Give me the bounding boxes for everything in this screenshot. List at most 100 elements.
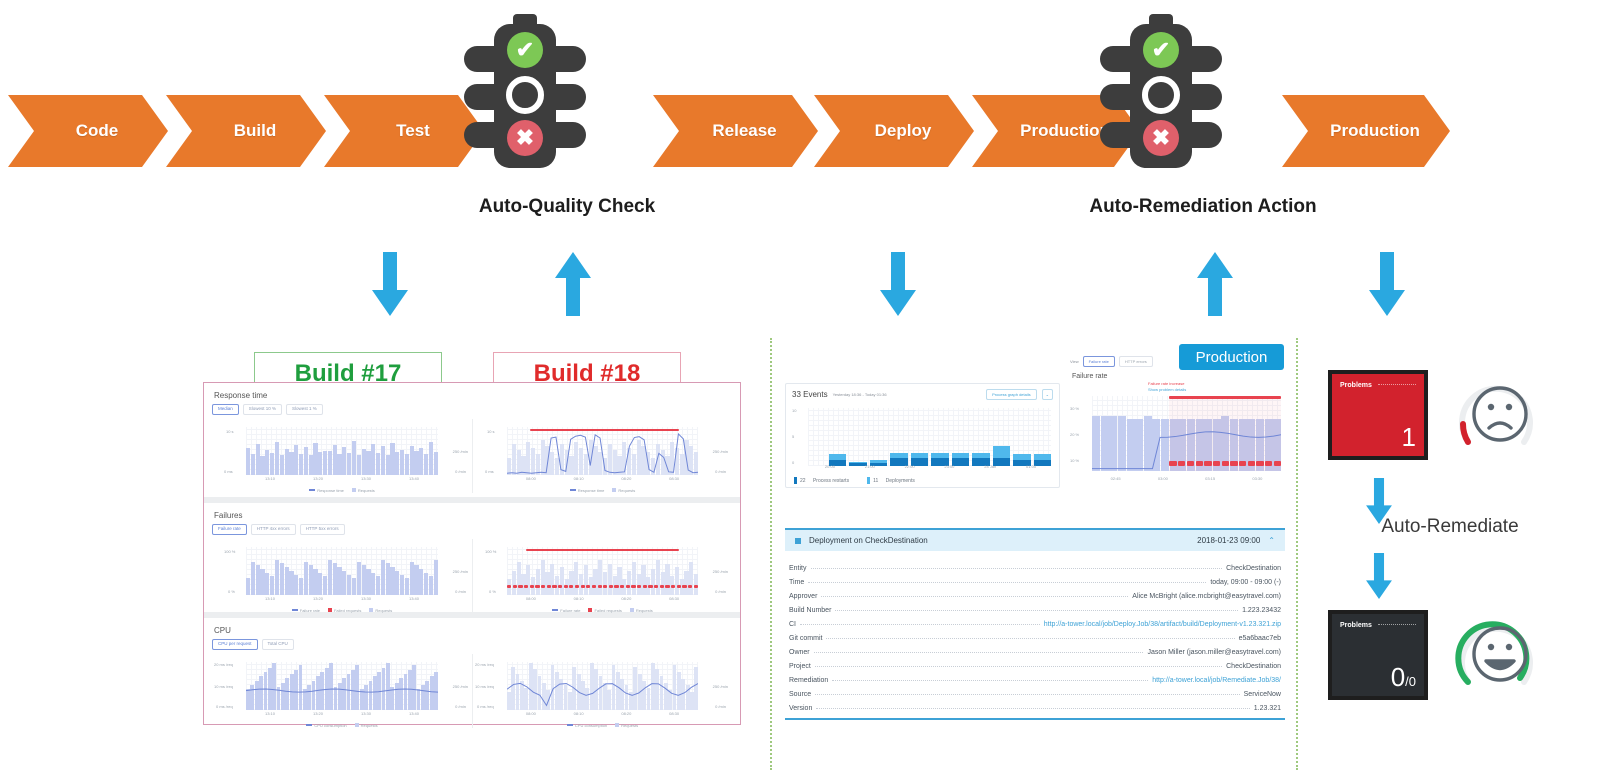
chip-failure-rate[interactable]: Failure rate [212, 524, 247, 535]
section-cpu: CPU CPU per request Total CPU 20 ms /req… [204, 618, 740, 728]
events-y-tick-mid: 5 [792, 434, 795, 439]
row-key: Build Number [789, 607, 832, 614]
tile-dotted-rule [1377, 624, 1416, 625]
chip-http-4xx[interactable]: HTTP 4xx errors [250, 524, 296, 535]
y-axis-max-label: 10 s [226, 428, 234, 434]
y2-axis-max-label: 250 /min [452, 683, 468, 689]
chart-legend: Failure rate Failed requests Requests [473, 608, 732, 613]
row-key: Approver [789, 593, 818, 600]
row-value[interactable]: http://a-tower.local/job/Deploy.Job/38/a… [1044, 621, 1281, 628]
row-key: CI [789, 621, 796, 628]
events-y-tick-min: 0 [792, 460, 795, 465]
row-leader-dots [813, 652, 1144, 653]
auto-quality-check-gate: ✔ ✖ Auto-Quality Check [452, 10, 682, 240]
chip-slowest-1[interactable]: Slowest 1 % [286, 404, 323, 415]
row-leader-dots [816, 708, 1250, 709]
events-x-ticks: 20:00 21:00 22:00 23:00 24 Jan 01:00 [824, 464, 1037, 469]
deployment-row: Owner Jason Miller (jason.miller@easytrav… [789, 642, 1281, 656]
chip-http-errors[interactable]: HTTP errors [1118, 356, 1153, 367]
row-value: e5a6baac7eb [1238, 635, 1281, 642]
row-leader-dots [814, 666, 1223, 667]
panel-divider-right [1296, 338, 1298, 770]
y-axis-min-label: 0 ms [485, 468, 494, 474]
deployment-header[interactable]: Deployment on CheckDestination 2018-01-2… [785, 528, 1285, 551]
row-key: Source [789, 691, 812, 698]
problems-count-after: 0/0 [1340, 664, 1416, 690]
deployment-details-card: Deployment on CheckDestination 2018-01-2… [785, 528, 1285, 720]
chip-failure-rate[interactable]: Failure rate [1082, 356, 1115, 367]
y2-axis-max-label: 250 /min [452, 448, 468, 454]
cross-icon: ✖ [507, 120, 543, 156]
row-value[interactable]: http://a-tower.local/job/Remediate.Job/3… [1152, 677, 1281, 684]
row-value: today, 09:00 - 09:00 (-) [1210, 579, 1281, 586]
failures-chip-group: Failure rate HTTP 4xx errors HTTP 5xx er… [212, 524, 732, 535]
deployment-row: CI http://a-tower.local/job/Deploy.Job/38… [789, 614, 1281, 628]
row-key: Project [789, 663, 811, 670]
y-axis-min-label: 0 ms /req [216, 703, 233, 709]
alert-marker [526, 548, 679, 551]
y-axis-max-label: 100 % [224, 548, 236, 554]
deployment-events-dashboard: Production 33 Events Yesterday 18:36 - T… [780, 338, 1290, 770]
pipeline-stage-deploy[interactable]: Deploy [814, 95, 974, 167]
panel-divider-left [770, 338, 772, 770]
auto-remediate-label: Auto-Remediate [1381, 516, 1519, 537]
deployment-timestamp: 2018-01-23 09:00 [1197, 536, 1261, 545]
row-key: Time [789, 579, 805, 586]
problems-count-suffix: /0 [1405, 674, 1416, 689]
deployment-row: Entity CheckDestination [789, 558, 1281, 572]
arrow-up-to-remediation [1195, 252, 1235, 316]
y-axis-min-label: 0 % [228, 588, 235, 594]
show-problem-details-link[interactable]: Show problem details [1148, 387, 1186, 393]
row-key: Version [789, 705, 813, 712]
failure-rate-annotation: Failure rate increase Show problem detai… [1148, 381, 1186, 393]
events-bar-series [808, 408, 1051, 466]
problems-label: Problems [1340, 382, 1372, 389]
chip-slowest-10[interactable]: Slowest 10 % [242, 404, 283, 415]
chevron-down-icon[interactable]: ⌄ [1041, 389, 1053, 400]
section-title: Response time [214, 391, 268, 400]
y-axis-max-label: 10 s [487, 428, 495, 434]
chip-total-cpu[interactable]: Total CPU [261, 639, 294, 650]
chart-response-time-build17: 10 s 0 ms 250 /min 0 /min 13:10 13:20 13:3… [212, 419, 472, 493]
section-failures: Failures Failure rate HTTP 4xx errors HT… [204, 503, 740, 618]
traffic-light-visor-right-bottom [1192, 122, 1222, 148]
alert-marker [529, 428, 679, 431]
section-title: CPU [214, 626, 231, 635]
lamp-off-icon [506, 76, 544, 114]
chart-cpu-build18: 20 ms /req 10 ms /req 0 ms /req 250 /min… [472, 653, 732, 728]
line-series [246, 662, 438, 710]
pipeline-stage-code[interactable]: Code [8, 95, 168, 167]
deployment-row: Approver Alice McBright (alice.mcbright@e… [789, 586, 1281, 600]
deployment-row: Build Number 1.223.23432 [789, 600, 1281, 614]
deployment-row: Version 1.23.321 [789, 698, 1281, 712]
cross-icon: ✖ [1143, 120, 1179, 156]
row-key: Owner [789, 649, 810, 656]
traffic-light-visor-right-mid [1192, 84, 1222, 110]
deployment-footer-rule [785, 718, 1285, 720]
events-legend: 22 Process restarts 11 Deployments [794, 477, 915, 484]
chip-http-5xx[interactable]: HTTP 5xx errors [299, 524, 345, 535]
arrow-down-to-resolved [1360, 553, 1400, 617]
row-leader-dots [832, 680, 1149, 681]
y2-axis-min-label: 0 /min [455, 468, 466, 474]
failure-rate-title: Failure rate [1072, 373, 1108, 380]
line-series [507, 662, 698, 710]
row-value: ServiceNow [1243, 691, 1281, 698]
problems-tile-after[interactable]: Problems 0/0 [1328, 610, 1428, 700]
y-axis-max-label: 20 ms /req [214, 661, 233, 667]
y2-axis-max-label: 250 /min [712, 683, 728, 689]
row-value: 1.223.23432 [1242, 607, 1281, 614]
chevron-up-icon[interactable]: ⌃ [1268, 536, 1275, 545]
y2-axis-max-label: 250 /min [712, 448, 728, 454]
chip-cpu-per-request[interactable]: CPU per request [212, 639, 258, 650]
x-axis-ticks: 08:00 08:10 08:20 08:30 [525, 710, 680, 716]
problems-tile-before[interactable]: Problems 1 [1328, 370, 1428, 460]
line-series [507, 427, 698, 475]
arrow-down-to-build-compare [370, 252, 410, 316]
pipeline-stage-build[interactable]: Build [166, 95, 326, 167]
deployment-title: Deployment on CheckDestination [809, 536, 928, 545]
problems-label: Problems [1340, 622, 1372, 629]
traffic-light-visor-left-top [1100, 46, 1130, 72]
chip-median[interactable]: Median [212, 404, 239, 415]
process-graph-details-button[interactable]: Process graph details [986, 389, 1037, 400]
